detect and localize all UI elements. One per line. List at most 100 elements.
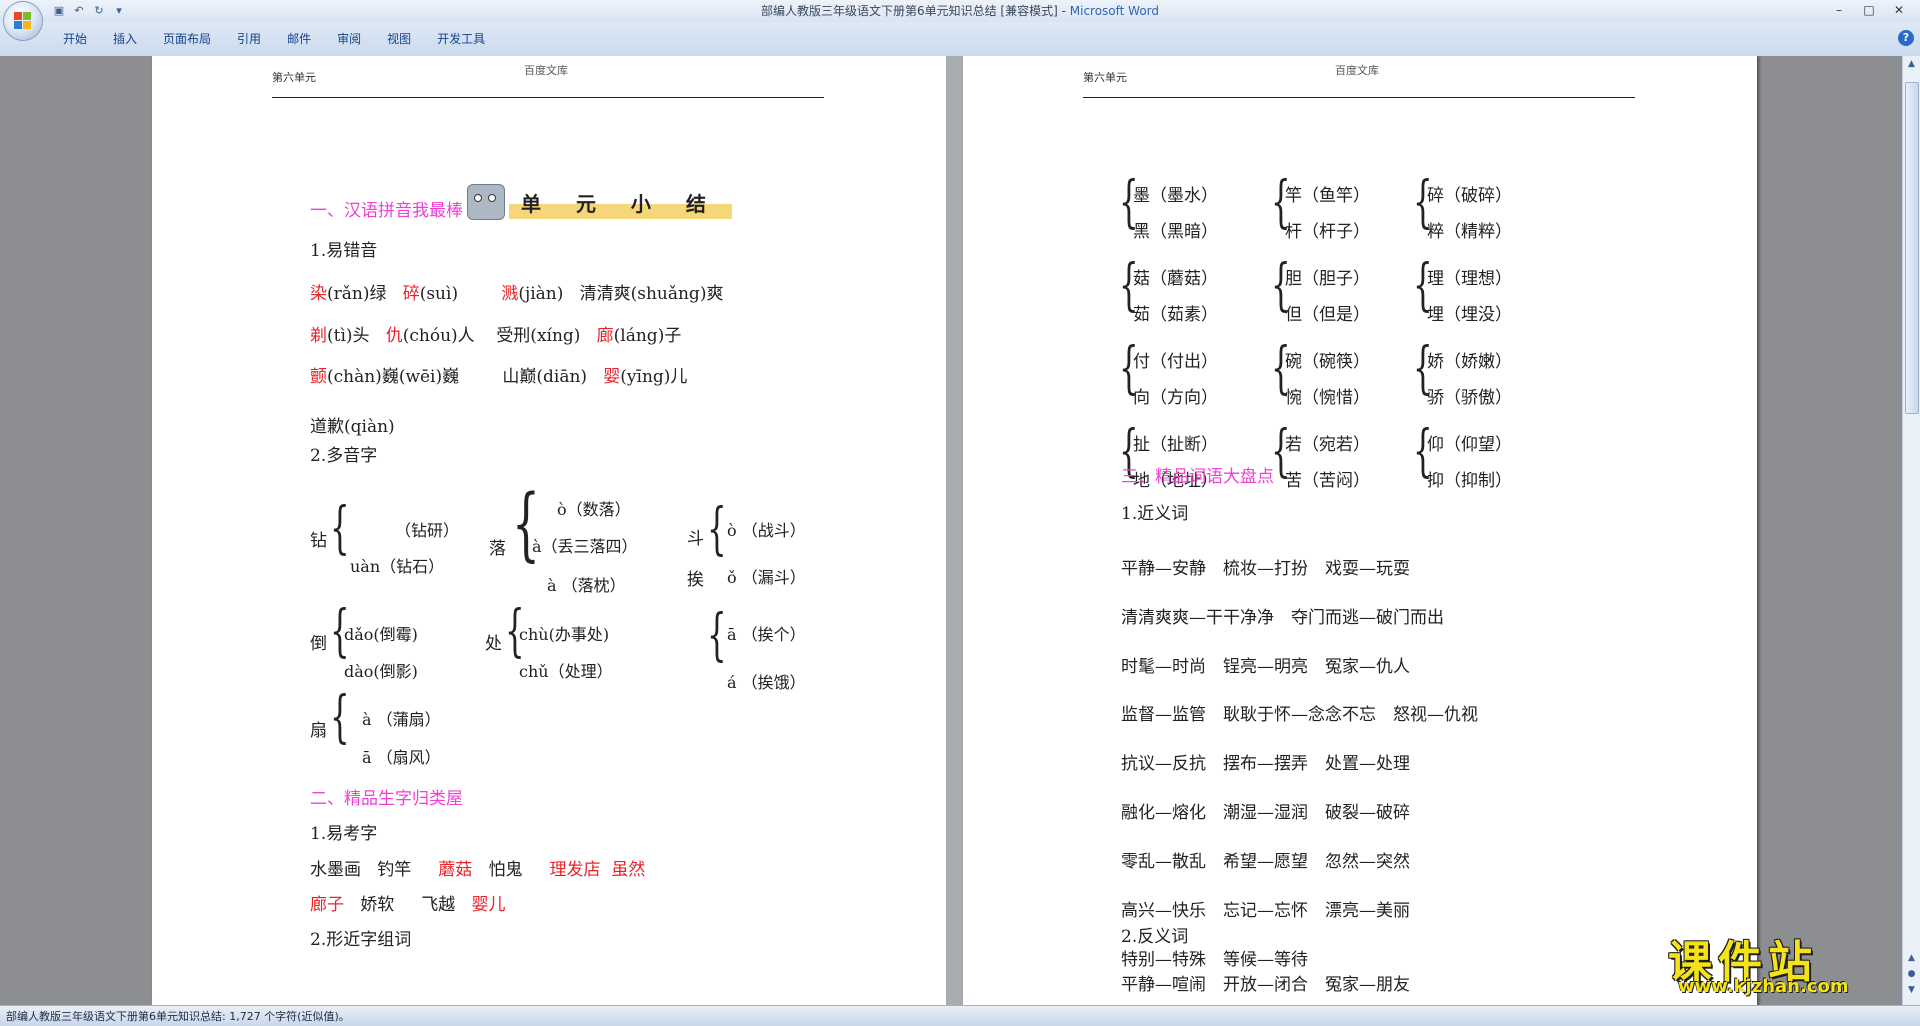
similar-char-word: 墨（墨水） <box>1133 186 1218 206</box>
poly-shan-char: 扇 <box>310 721 327 741</box>
tab-mailings[interactable]: 邮件 <box>274 30 324 48</box>
subheading-error-prone: 1.易错音 <box>310 241 378 261</box>
synonym-row: 零乱—散乱 希望—愿望 忽然—突然 <box>1121 852 1410 872</box>
poly-dou-char: 斗 <box>687 529 704 549</box>
header-left: 第六单元 <box>272 71 316 84</box>
ribbon: 开始 插入 页面布局 引用 邮件 审阅 视图 开发工具 ? <box>0 22 1920 57</box>
tab-page-layout[interactable]: 页面布局 <box>150 30 224 48</box>
tab-developer[interactable]: 开发工具 <box>424 30 498 48</box>
subheading-similar-chars: 2.形近字组词 <box>310 930 412 950</box>
page-left[interactable]: 百度文库 第六单元 单 元 小 结 一、汉语拼音我最棒 1.易错音 染(rǎn)… <box>152 56 946 1005</box>
tab-home[interactable]: 开始 <box>50 30 100 48</box>
poly-shan-b: ā （扇风） <box>362 748 441 767</box>
scrollbar-thumb[interactable] <box>1905 82 1919 414</box>
ribbon-tabs: 开始 插入 页面布局 引用 邮件 审阅 视图 开发工具 <box>50 30 498 48</box>
office-logo-icon <box>14 12 32 30</box>
status-text: 部编人教版三年级语文下册第6单元知识总结: 1,727 个字符(近似值)。 <box>6 1010 350 1023</box>
header-center: 百度文库 <box>1335 64 1379 77</box>
poly-dao-char: 倒 <box>310 634 327 654</box>
similar-char-word: 骄（骄傲） <box>1427 388 1512 408</box>
poly-zuan-a: （钻研） <box>395 521 460 540</box>
poly-dou-b: ǒ （漏斗） <box>727 568 806 587</box>
tab-references[interactable]: 引用 <box>224 30 274 48</box>
header-rule <box>1083 97 1635 98</box>
header-center: 百度文库 <box>524 64 568 77</box>
vertical-scrollbar[interactable]: ▲ ▲ ● ▼ <box>1902 56 1920 1005</box>
similar-char-word: 但（但是） <box>1285 305 1370 325</box>
maximize-button[interactable]: □ <box>1854 0 1884 20</box>
subheading-synonyms: 1.近义词 <box>1121 504 1189 524</box>
antonym-row: 特别—特殊 等候—等待 <box>1121 950 1308 970</box>
tab-review[interactable]: 审阅 <box>324 30 374 48</box>
exam-words-row-1: 水墨画 钓竿 蘑菇 怕鬼 理发店 虽然 <box>310 860 646 880</box>
brace: { <box>330 496 350 561</box>
pinyin-row-4: 道歉(qiàn) <box>310 417 395 437</box>
prev-page-icon[interactable]: ▲ <box>1905 952 1918 965</box>
similar-char-word: 竿（鱼竿） <box>1285 186 1370 206</box>
similar-char-word: 仰（仰望） <box>1427 435 1512 455</box>
synonym-row: 时髦—时尚 锃亮—明亮 冤家—仇人 <box>1121 657 1410 677</box>
similar-char-word: 杆（杆子） <box>1285 222 1370 242</box>
tab-view[interactable]: 视图 <box>374 30 424 48</box>
similar-char-word: 扯（扯断） <box>1133 435 1218 455</box>
exam-words-row-2: 廊子 娇软 飞越 婴儿 <box>310 895 506 915</box>
poly-dao-b: dào(倒影) <box>344 662 418 681</box>
synonym-row: 清清爽爽—干干净净 夺门而逃—破门而出 <box>1121 608 1444 628</box>
tab-insert[interactable]: 插入 <box>100 30 150 48</box>
poly-dao-a: dǎo(倒霉) <box>344 625 418 644</box>
unit-summary-banner: 单 元 小 结 <box>467 184 732 220</box>
similar-char-word: 抑（抑制） <box>1427 471 1512 491</box>
synonym-row: 高兴—快乐 忘记—忘怀 漂亮—美丽 <box>1121 901 1410 921</box>
scroll-up-icon[interactable]: ▲ <box>1905 58 1918 71</box>
poly-shan-a: à （蒲扇） <box>362 710 441 729</box>
header-rule <box>272 97 824 98</box>
similar-char-word: 碎（破碎） <box>1427 186 1512 206</box>
page-gap <box>946 56 963 1005</box>
next-page-icon[interactable]: ▼ <box>1905 984 1918 997</box>
window-controls: – □ ✕ <box>1824 0 1914 20</box>
similar-char-word: 惋（惋惜） <box>1285 388 1370 408</box>
synonym-row: 平静—安静 梳妆—打扮 戏耍—玩耍 <box>1121 559 1410 579</box>
subheading-exam-chars: 1.易考字 <box>310 824 378 844</box>
robot-icon <box>467 184 505 220</box>
brace: { <box>330 685 350 750</box>
similar-char-word: 苦（苦闷） <box>1285 471 1370 491</box>
poly-luo-char: 落 <box>489 539 506 559</box>
page-right[interactable]: 百度文库 第六单元 {墨（墨水） 黑（黑暗）{竿（鱼竿） 杆（杆子）{碎（破碎） 粹（… <box>963 56 1757 1005</box>
similar-char-word: 胆（胆子） <box>1285 269 1370 289</box>
synonym-row: 抗议—反抗 摆布—摆弄 处置—处理 <box>1121 754 1410 774</box>
similar-char-word: 向（方向） <box>1133 388 1218 408</box>
document-area[interactable]: 百度文库 第六单元 单 元 小 结 一、汉语拼音我最棒 1.易错音 染(rǎn)… <box>0 56 1903 1005</box>
office-button[interactable] <box>4 2 42 40</box>
subheading-antonyms: 2.反义词 <box>1121 927 1189 947</box>
select-browse-object-icon[interactable]: ● <box>1905 968 1918 981</box>
title-bar: ▣ ↶ ↻ ▾ 部编人教版三年级语文下册第6单元知识总结 [兼容模式] - Mi… <box>0 0 1920 22</box>
watermark-logo: 课件站 www.kjzhan.com <box>1668 926 1898 997</box>
poly-ai-b: á （挨饿） <box>727 673 806 692</box>
header-left: 第六单元 <box>1083 71 1127 84</box>
antonym-row: 平静—喧闹 开放—闭合 冤家—朋友 <box>1121 975 1410 995</box>
section-vocab-heading: 三、精品词语大盘点 <box>1121 467 1274 487</box>
similar-char-word: 碗（碗筷） <box>1285 352 1370 372</box>
poly-luo-c: à （落枕） <box>547 576 626 595</box>
poly-chu-a: chù(办事处) <box>519 625 610 644</box>
status-bar: 部编人教版三年级语文下册第6单元知识总结: 1,727 个字符(近似值)。 <box>0 1005 1920 1026</box>
help-icon[interactable]: ? <box>1898 30 1914 46</box>
poly-chu-b: chǔ（处理） <box>519 662 613 681</box>
poly-luo-b: à（丢三落四） <box>532 537 638 556</box>
pinyin-row-2: 剃(tì)头 仇(chóu)人 受刑(xíng) 廊(láng)子 <box>310 326 682 346</box>
similar-char-word: 埋（埋没） <box>1427 305 1512 325</box>
synonym-row: 监督—监管 耿耿于怀—念念不忘 怒视—仇视 <box>1121 705 1478 725</box>
similar-char-word: 粹（精粹） <box>1427 222 1512 242</box>
similar-char-word: 若（宛若） <box>1285 435 1370 455</box>
poly-chu-char: 处 <box>485 634 502 654</box>
poly-zuan-char: 钻 <box>310 531 327 551</box>
close-button[interactable]: ✕ <box>1884 0 1914 20</box>
brace: { <box>707 603 727 668</box>
brace: { <box>707 497 727 562</box>
similar-char-word: 菇（蘑菇） <box>1133 269 1218 289</box>
app-name: Microsoft Word <box>1069 4 1160 18</box>
unit-title: 单 元 小 结 <box>509 185 732 219</box>
similar-char-word: 理（理想） <box>1427 269 1512 289</box>
minimize-button[interactable]: – <box>1824 0 1854 20</box>
